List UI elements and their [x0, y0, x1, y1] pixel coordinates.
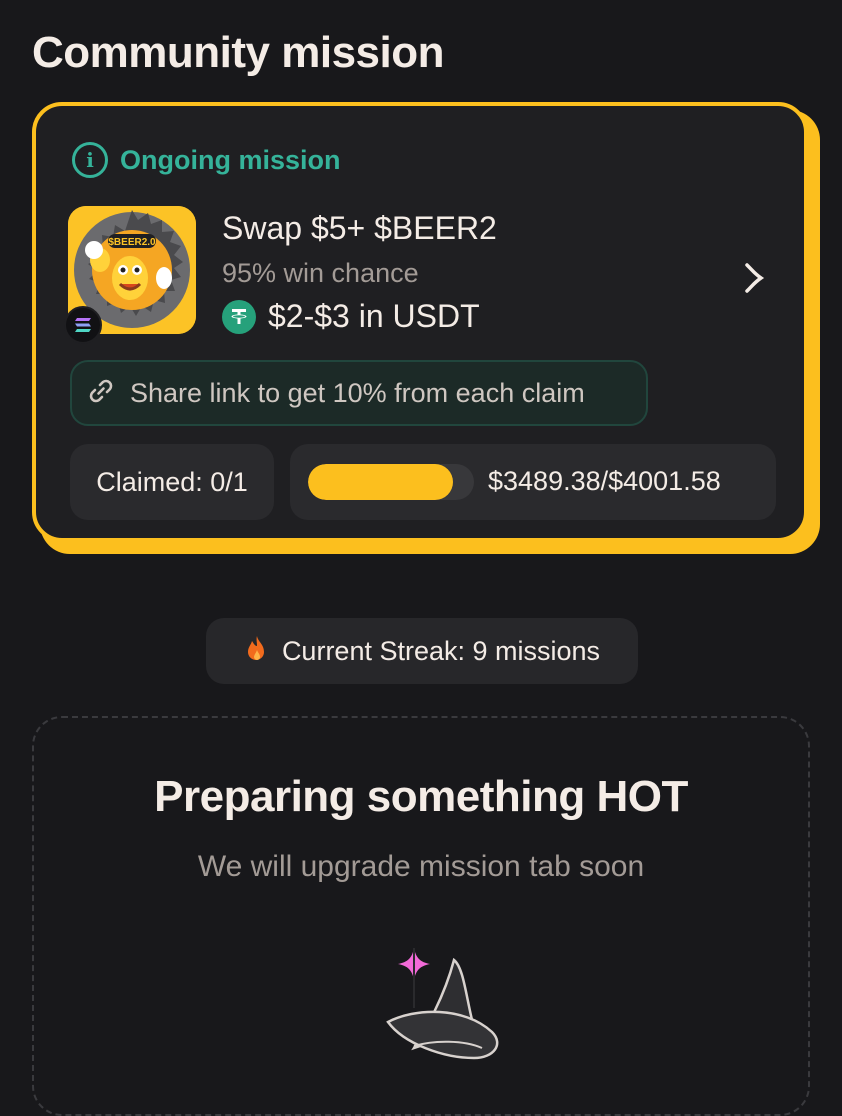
mission-title: Swap $5+ $BEER2 [222, 210, 497, 246]
chevron-right-icon[interactable] [736, 258, 772, 298]
solana-icon [64, 306, 102, 344]
pool-progress: $3489.38/$4001.58 [290, 444, 776, 520]
fire-icon [244, 634, 270, 669]
reward: $2-$3 in USDT [222, 298, 480, 335]
upcoming-title: Preparing something HOT [154, 772, 688, 821]
link-icon [86, 376, 116, 411]
claimed-counter: Claimed: 0/1 [70, 444, 274, 520]
win-chance: 95% win chance [222, 258, 419, 288]
token-logo-text: $BEER2.0 [108, 237, 156, 248]
streak-badge: Current Streak: 9 missions [206, 618, 638, 684]
wizard-illustration [374, 942, 514, 1088]
sparkle-icon [398, 942, 430, 1008]
mission-status-label: Ongoing mission [120, 144, 341, 175]
wizard-hat-icon [386, 957, 499, 1060]
upcoming-section: Preparing something HOT We will upgrade … [32, 716, 810, 1116]
page-title: Community mission [32, 28, 445, 77]
mission-card[interactable]: i Ongoing mission $BEER2.0 Swap $5+ $BEE… [32, 102, 808, 542]
progress-track [308, 464, 474, 500]
share-link-button[interactable]: Share link to get 10% from each claim [70, 360, 648, 426]
info-icon: i [72, 142, 108, 178]
upcoming-subtitle: We will upgrade mission tab soon [197, 850, 645, 883]
share-link-label: Share link to get 10% from each claim [130, 377, 585, 408]
mission-status: i Ongoing mission [72, 142, 341, 178]
progress-text: $3489.38/$4001.58 [488, 466, 721, 496]
streak-label: Current Streak: 9 missions [281, 635, 601, 666]
usdt-icon [222, 299, 256, 334]
reward-text: $2-$3 in USDT [268, 298, 480, 334]
mission-card-container[interactable]: i Ongoing mission $BEER2.0 Swap $5+ $BEE… [32, 102, 820, 554]
progress-fill [308, 464, 453, 500]
